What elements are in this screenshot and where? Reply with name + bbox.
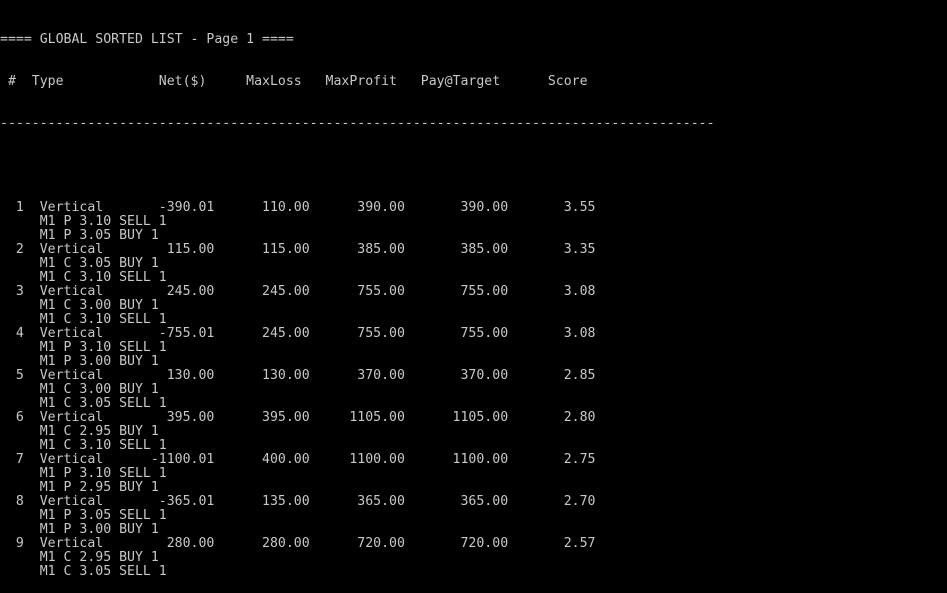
page-title: ==== GLOBAL SORTED LIST - Page 1 ==== <box>0 33 294 47</box>
list-item: 5 Vertical 130.00 130.00 370.00 370.00 2… <box>0 369 947 411</box>
list-item: 9 Vertical 280.00 280.00 720.00 720.00 2… <box>0 537 947 579</box>
list-item: 3 Vertical 245.00 245.00 755.00 755.00 3… <box>0 285 947 327</box>
leg-row: M1 C 3.00 BUY 1 <box>0 383 159 397</box>
leg-row: M1 C 3.05 SELL 1 <box>0 565 167 579</box>
leg-row: M1 C 2.95 BUY 1 <box>0 425 159 439</box>
leg-row: M1 C 3.10 SELL 1 <box>0 439 167 453</box>
strategy-row: 3 Vertical 245.00 245.00 755.00 755.00 3… <box>0 285 596 299</box>
leg-row: M1 P 3.10 SELL 1 <box>0 215 167 229</box>
strategy-row: 7 Vertical -1100.01 400.00 1100.00 1100.… <box>0 453 596 467</box>
strategy-row: 1 Vertical -390.01 110.00 390.00 390.00 … <box>0 201 596 215</box>
header-separator: ----------------------------------------… <box>0 117 715 131</box>
strategy-row: 9 Vertical 280.00 280.00 720.00 720.00 2… <box>0 537 596 551</box>
leg-row: M1 C 2.95 BUY 1 <box>0 551 159 565</box>
leg-row: M1 P 3.05 BUY 1 <box>0 229 159 243</box>
leg-row: M1 C 3.05 BUY 1 <box>0 257 159 271</box>
strategy-row: 5 Vertical 130.00 130.00 370.00 370.00 2… <box>0 369 596 383</box>
leg-row: M1 P 3.10 SELL 1 <box>0 341 167 355</box>
leg-row: M1 C 3.05 SELL 1 <box>0 397 167 411</box>
leg-row: M1 P 3.05 SELL 1 <box>0 509 167 523</box>
list-item: 6 Vertical 395.00 395.00 1105.00 1105.00… <box>0 411 947 453</box>
strategy-row: 4 Vertical -755.01 245.00 755.00 755.00 … <box>0 327 596 341</box>
strategy-row: 6 Vertical 395.00 395.00 1105.00 1105.00… <box>0 411 596 425</box>
leg-row: M1 P 3.00 BUY 1 <box>0 523 159 537</box>
leg-row: M1 P 2.95 BUY 1 <box>0 481 159 495</box>
leg-row: M1 C 3.10 SELL 1 <box>0 313 167 327</box>
terminal-window[interactable]: ==== GLOBAL SORTED LIST - Page 1 ==== # … <box>0 0 947 579</box>
list-item: 8 Vertical -365.01 135.00 365.00 365.00 … <box>0 495 947 537</box>
leg-row: M1 P 3.10 SELL 1 <box>0 467 167 481</box>
leg-row: M1 C 3.10 SELL 1 <box>0 271 167 285</box>
leg-row: M1 C 3.00 BUY 1 <box>0 299 159 313</box>
column-header: # Type Net($) MaxLoss MaxProfit Pay@Targ… <box>0 75 588 89</box>
strategy-row: 2 Vertical 115.00 115.00 385.00 385.00 3… <box>0 243 596 257</box>
list-item: 4 Vertical -755.01 245.00 755.00 755.00 … <box>0 327 947 369</box>
list-item: 1 Vertical -390.01 110.00 390.00 390.00 … <box>0 201 947 243</box>
list-item: 2 Vertical 115.00 115.00 385.00 385.00 3… <box>0 243 947 285</box>
results-list: 1 Vertical -390.01 110.00 390.00 390.00 … <box>0 201 947 579</box>
strategy-row: 8 Vertical -365.01 135.00 365.00 365.00 … <box>0 495 596 509</box>
leg-row: M1 P 3.00 BUY 1 <box>0 355 159 369</box>
list-item: 7 Vertical -1100.01 400.00 1100.00 1100.… <box>0 453 947 495</box>
